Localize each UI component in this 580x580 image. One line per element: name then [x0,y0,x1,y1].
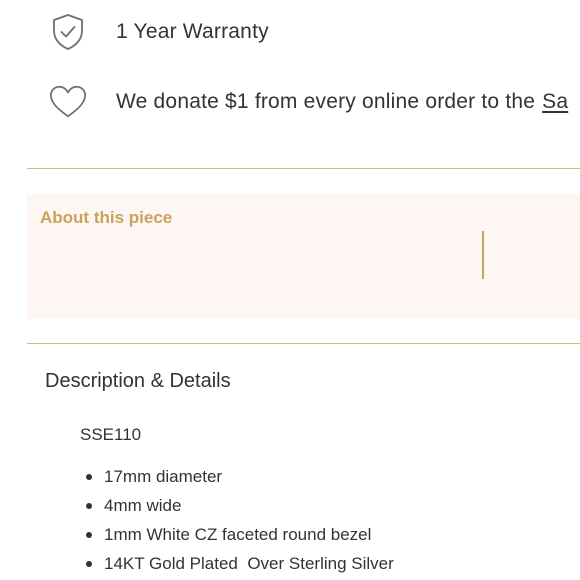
details-list: 17mm diameter 4mm wide 1mm White CZ face… [82,462,394,578]
divider-bottom [27,343,580,344]
detail-item: 14KT Gold Plated Over Sterling Silver [82,549,394,578]
about-title: About this piece [40,208,173,227]
detail-item: 4mm wide [82,491,394,520]
heart-icon [48,82,88,122]
about-panel[interactable]: About this piece [27,194,580,319]
shield-check-icon [48,12,88,52]
detail-item: 1mm White CZ faceted round bezel [82,520,394,549]
description-title[interactable]: Description & Details [45,370,231,393]
warranty-label: 1 Year Warranty [116,20,269,43]
donation-feature: We donate $1 from every online order to … [48,82,568,122]
sku-code: SSE110 [80,425,142,444]
donation-link[interactable]: Sa [542,90,568,113]
divider-top [27,168,580,169]
donation-label: We donate $1 from every online order to … [116,90,568,114]
detail-item: 17mm diameter [82,462,394,491]
donation-text: We donate $1 from every online order to … [116,90,536,113]
warranty-feature: 1 Year Warranty [48,12,269,52]
text-cursor [482,231,484,279]
